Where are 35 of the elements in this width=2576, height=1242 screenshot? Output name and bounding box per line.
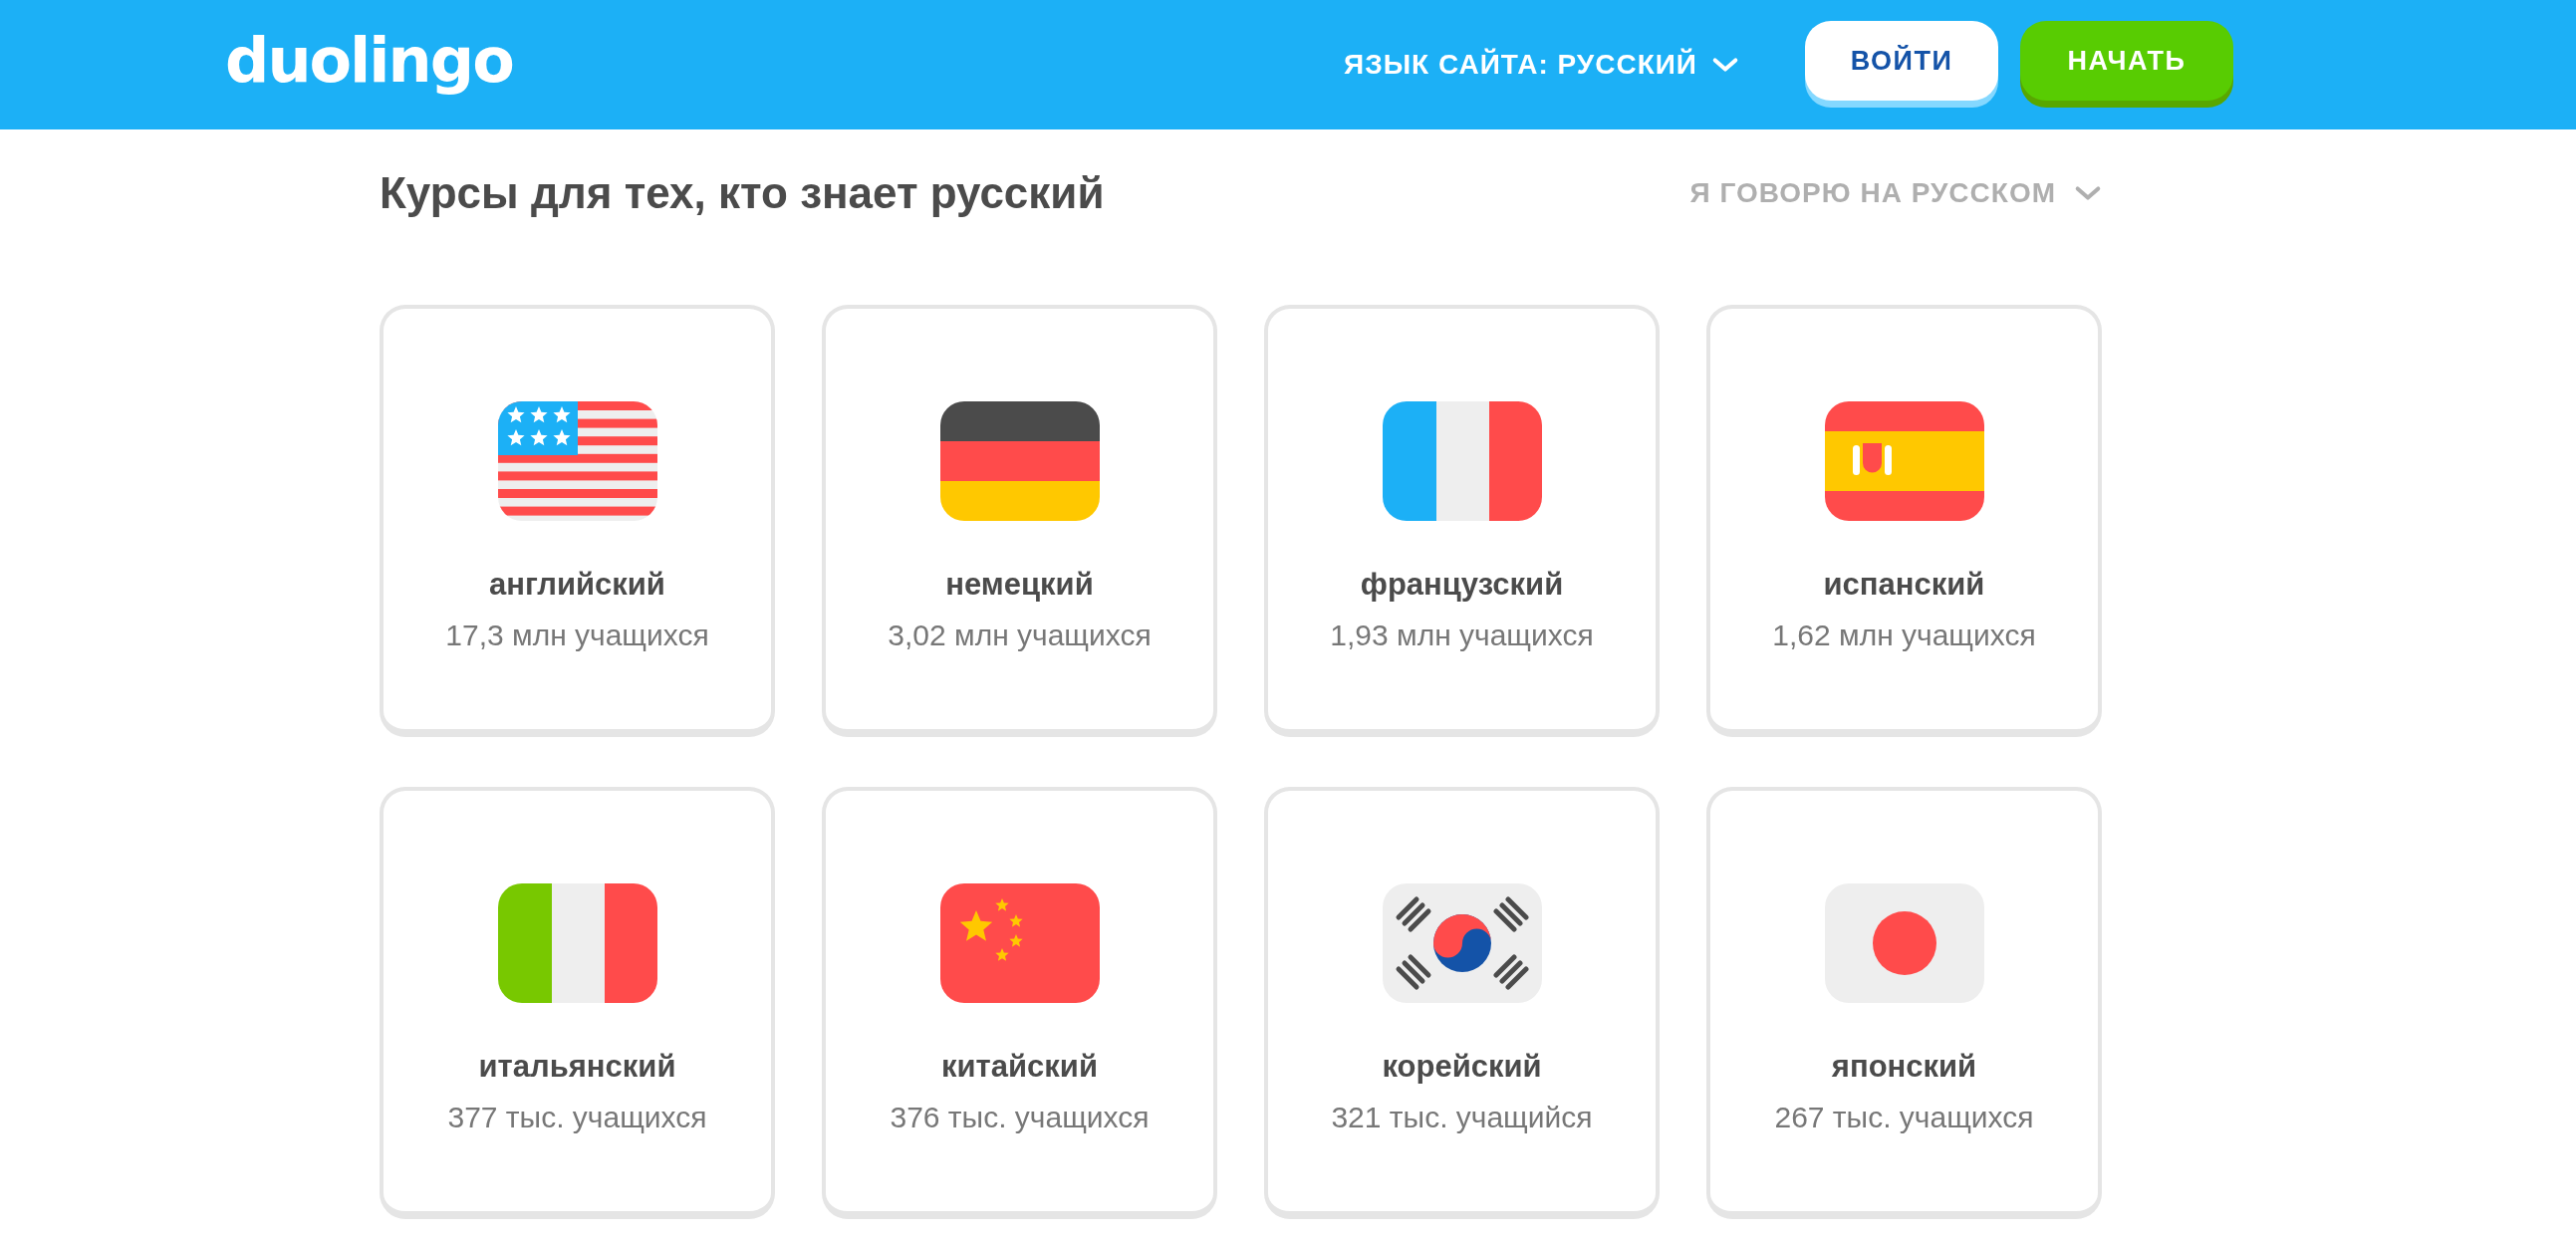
course-name: японский — [1831, 1049, 1977, 1085]
course-name: испанский — [1823, 567, 1985, 603]
striped-flag-icon — [497, 401, 657, 521]
course-card[interactable]: китайский 376 тыс. учащихся — [822, 787, 1217, 1219]
disc-flag-icon — [1824, 883, 1984, 1003]
learner-count: 17,3 млн учащихся — [445, 619, 709, 652]
course-card[interactable]: французский 1,93 млн учащихся — [1264, 305, 1660, 737]
learner-count: 377 тыс. учащихся — [447, 1101, 707, 1134]
circle-emblem-flag-icon — [1382, 883, 1542, 1003]
course-card[interactable]: немецкий 3,02 млн учащихся — [822, 305, 1217, 737]
course-name: корейский — [1382, 1049, 1542, 1085]
starred-flag-icon — [939, 883, 1100, 1003]
learner-count: 3,02 млн учащихся — [888, 619, 1152, 652]
chevron-down-icon — [1711, 57, 1739, 73]
course-card[interactable]: испанский 1,62 млн учащихся — [1706, 305, 2102, 737]
course-name: английский — [489, 567, 665, 603]
learner-count: 321 тыс. учащийся — [1331, 1101, 1593, 1134]
striped-flag-icon — [1824, 401, 1984, 521]
course-card[interactable]: корейский 321 тыс. учащийся — [1264, 787, 1660, 1219]
page-heading: Курсы для тех, кто знает русский — [380, 168, 1105, 218]
learner-count: 1,62 млн учащихся — [1772, 619, 2036, 652]
learner-count: 267 тыс. учащихся — [1774, 1101, 2034, 1134]
course-name: итальянский — [478, 1049, 676, 1085]
course-card[interactable]: английский 17,3 млн учащихся — [380, 305, 775, 737]
course-name: китайский — [941, 1049, 1098, 1085]
tricolor-flag-icon — [497, 883, 657, 1003]
course-name: немецкий — [945, 567, 1094, 603]
tricolor-flag-icon — [1382, 401, 1542, 521]
chevron-down-icon — [2074, 185, 2102, 201]
learner-count: 376 тыс. учащихся — [890, 1101, 1150, 1134]
course-name: французский — [1360, 567, 1564, 603]
learner-count: 1,93 млн учащихся — [1330, 619, 1594, 652]
course-card[interactable]: итальянский 377 тыс. учащихся — [380, 787, 775, 1219]
course-card[interactable]: японский 267 тыс. учащихся — [1706, 787, 2102, 1219]
tricolor-flag-icon — [939, 401, 1100, 521]
